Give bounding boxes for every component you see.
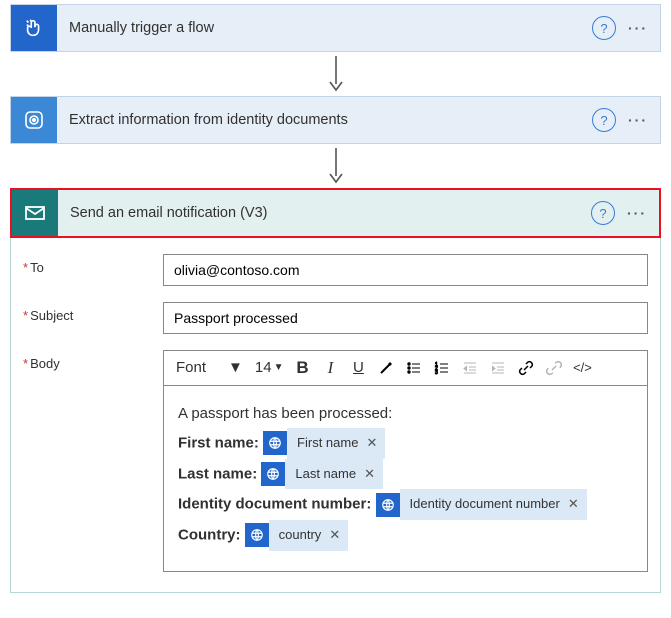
body-line-label: Country: [178,526,241,543]
ai-builder-icon [11,97,57,143]
link-button[interactable] [513,355,539,381]
step-label: Extract information from identity docume… [57,112,592,128]
underline-button[interactable]: U [345,355,371,381]
step-send-email-panel: *To *Subject *Body Font▼ 14▼ B I U [10,236,661,593]
outdent-button[interactable] [457,355,483,381]
more-icon[interactable]: ··· [624,112,660,128]
step-manual-trigger[interactable]: Manually trigger a flow ? ··· [10,4,661,52]
dynamic-content-icon [263,431,287,455]
flow-canvas: Manually trigger a flow ? ··· Extract in… [0,0,671,597]
remove-icon[interactable]: ✕ [366,431,377,456]
step-send-email[interactable]: Send an email notification (V3) ? ··· [12,190,659,236]
dynamic-content-icon [261,462,285,486]
touch-icon [11,5,57,51]
body-line-label: Last name: [178,465,257,482]
step-extract-identity[interactable]: Extract information from identity docume… [10,96,661,144]
arrow-icon [10,146,661,186]
svg-text:3: 3 [435,370,438,376]
body-line-label: First name: [178,434,259,451]
help-icon[interactable]: ? [592,16,616,40]
mail-icon [12,190,58,236]
code-view-button[interactable]: </> [569,355,595,381]
color-button[interactable] [373,355,399,381]
to-field[interactable] [163,254,648,286]
chevron-down-icon: ▼ [228,359,243,376]
font-select[interactable]: Font▼ [170,355,249,381]
bullet-list-button[interactable] [401,355,427,381]
dynamic-content-icon [376,493,400,517]
size-select[interactable]: 14▼ [251,355,288,381]
token-first-name[interactable]: First name✕ [263,428,385,459]
body-editor: Font▼ 14▼ B I U 123 </> [163,350,648,572]
body-label: *Body [23,350,163,371]
step-label: Send an email notification (V3) [58,205,591,221]
italic-button[interactable]: I [317,355,343,381]
help-icon[interactable]: ? [592,108,616,132]
unlink-button[interactable] [541,355,567,381]
bold-button[interactable]: B [289,355,315,381]
help-icon[interactable]: ? [591,201,615,225]
remove-icon[interactable]: ✕ [329,523,340,548]
token-id-number[interactable]: Identity document number✕ [376,489,587,520]
arrow-icon [10,54,661,94]
dynamic-content-icon [245,523,269,547]
token-country[interactable]: country✕ [245,520,349,551]
token-last-name[interactable]: Last name✕ [261,459,383,490]
highlight-box: Send an email notification (V3) ? ··· [10,188,661,238]
body-content[interactable]: A passport has been processed: First nam… [164,386,647,571]
body-intro: A passport has been processed: [178,400,633,429]
editor-toolbar: Font▼ 14▼ B I U 123 </> [164,351,647,386]
step-label: Manually trigger a flow [57,20,592,36]
more-icon[interactable]: ··· [624,20,660,36]
remove-icon[interactable]: ✕ [568,492,579,517]
body-line-label: Identity document number: [178,496,371,513]
number-list-button[interactable]: 123 [429,355,455,381]
subject-field[interactable] [163,302,648,334]
subject-label: *Subject [23,302,163,323]
to-label: *To [23,254,163,275]
remove-icon[interactable]: ✕ [364,462,375,487]
chevron-down-icon: ▼ [274,362,284,373]
more-icon[interactable]: ··· [623,205,659,221]
indent-button[interactable] [485,355,511,381]
